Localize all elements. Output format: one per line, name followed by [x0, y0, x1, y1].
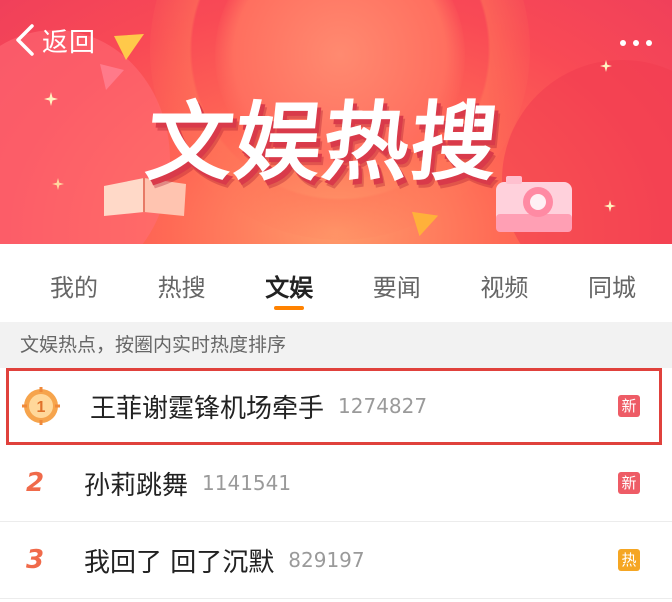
item-heat-count: 1141541: [202, 471, 292, 495]
new-badge: 新: [618, 395, 640, 417]
tab-news[interactable]: 要闻: [373, 244, 421, 322]
tab-video[interactable]: 视频: [480, 244, 528, 322]
info-banner: 文娱热点，按圈内实时热度排序: [0, 322, 672, 368]
more-options-button[interactable]: [620, 40, 652, 46]
hot-badge: 热: [618, 549, 640, 571]
back-label: 返回: [42, 27, 97, 58]
trending-list: 1 王菲谢霆锋机场牵手 1274827 新 2 孙莉跳舞 1141541 新 3…: [0, 368, 672, 599]
rank-number: 3: [25, 545, 45, 575]
triangle-decoration-icon: [114, 34, 144, 60]
chevron-left-icon: [16, 24, 34, 56]
dot-icon: [633, 40, 639, 46]
sparkle-icon: [600, 60, 612, 72]
rank-badge: 1: [6, 386, 76, 426]
new-badge: 新: [618, 472, 640, 494]
item-heat-count: 829197: [288, 548, 365, 572]
tab-entertainment[interactable]: 文娱: [265, 244, 313, 322]
sparkle-icon: [52, 178, 64, 190]
rank-medal-icon: 1: [22, 387, 60, 425]
tab-mine[interactable]: 我的: [50, 244, 98, 322]
rank-number: 2: [25, 468, 45, 498]
dot-icon: [620, 40, 626, 46]
item-title: 孙莉跳舞: [84, 470, 189, 501]
dot-icon: [646, 40, 652, 46]
triangle-decoration-icon: [100, 64, 124, 90]
sparkle-icon: [44, 92, 58, 106]
tab-local[interactable]: 同城: [588, 244, 636, 322]
back-button[interactable]: 返回: [14, 22, 96, 58]
tab-hot-search[interactable]: 热搜: [158, 244, 206, 322]
header-banner: 返回 文娱热搜: [0, 0, 672, 244]
triangle-decoration-icon: [412, 211, 439, 237]
list-item[interactable]: 1 王菲谢霆锋机场牵手 1274827 新: [6, 368, 662, 445]
tab-bar: 我的 热搜 文娱 要闻 视频 同城: [0, 244, 672, 322]
sparkle-icon: [604, 200, 616, 212]
rank-number: 1: [37, 399, 46, 416]
item-heat-count: 1274827: [338, 394, 428, 418]
list-item[interactable]: 2 孙莉跳舞 1141541 新: [0, 445, 672, 522]
page-title: 文娱热搜: [141, 93, 505, 193]
item-title: 王菲谢霆锋机场牵手: [90, 393, 325, 424]
item-title: 我回了 回了沉默: [84, 547, 275, 578]
list-item[interactable]: 3 我回了 回了沉默 829197 热: [0, 522, 672, 599]
camera-icon: [496, 176, 572, 232]
